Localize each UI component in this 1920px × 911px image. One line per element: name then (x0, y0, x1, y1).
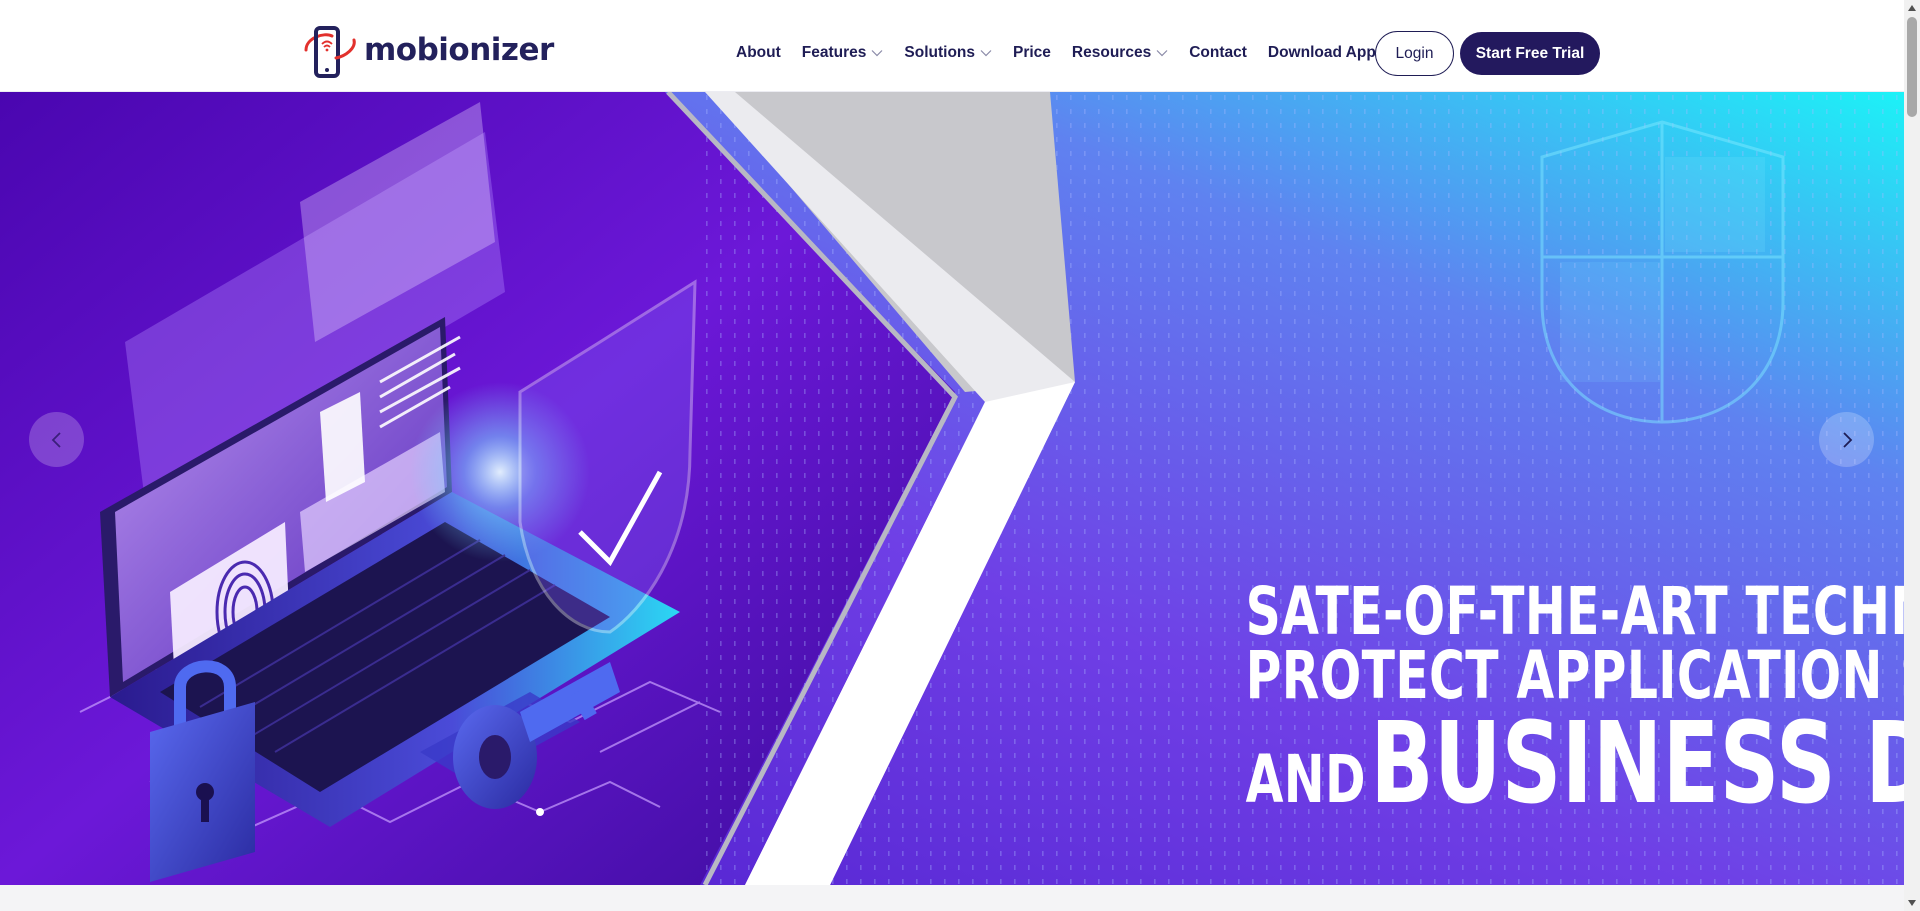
nav-item-price[interactable]: Price (1013, 44, 1051, 62)
hero-line-3-small: AND (1245, 741, 1366, 818)
chevron-down-icon (871, 50, 883, 57)
brand-name: mobionizer (364, 32, 554, 68)
phone-wifi-logo-icon (304, 26, 356, 78)
brand-logo[interactable]: mobionizer (302, 24, 554, 80)
login-button[interactable]: Login (1375, 31, 1454, 76)
page-scrollbar[interactable] (1904, 0, 1920, 911)
hero-line-3-big: BUSINESS DATA (1370, 699, 1904, 829)
next-section-strip (0, 885, 1904, 911)
chevron-down-icon (1156, 50, 1168, 57)
scroll-down-arrow[interactable] (1904, 895, 1920, 911)
nav-item-download-app[interactable]: Download App (1268, 44, 1376, 62)
nav-item-resources[interactable]: Resources (1072, 44, 1168, 62)
hero-headline: SATE-OF-THE-ART TECHNOLOGY TO PROTECT AP… (1245, 573, 1904, 821)
nav-item-contact[interactable]: Contact (1189, 44, 1247, 62)
nav-item-solutions[interactable]: Solutions (904, 44, 992, 62)
carousel-prev-button[interactable] (29, 412, 84, 467)
hero-line-3: AND BUSINESS DATA (1245, 708, 1904, 820)
chevron-left-icon (51, 431, 61, 448)
site-header: mobionizer About Features Solutions Pric… (0, 0, 1904, 92)
scrollbar-thumb[interactable] (1907, 17, 1917, 117)
start-free-trial-button[interactable]: Start Free Trial (1460, 32, 1600, 75)
hero-carousel: SATE-OF-THE-ART TECHNOLOGY TO PROTECT AP… (0, 92, 1904, 885)
caret-up-icon (1908, 5, 1916, 11)
hero-line-1: SATE-OF-THE-ART TECHNOLOGY TO (1245, 573, 1904, 650)
caret-down-icon (1908, 900, 1916, 906)
carousel-next-button[interactable] (1819, 412, 1874, 467)
nav-item-about[interactable]: About (736, 44, 781, 62)
nav-item-features[interactable]: Features (802, 44, 884, 62)
chevron-right-icon (1842, 431, 1852, 448)
chevron-down-icon (980, 50, 992, 57)
main-nav: About Features Solutions Price Resources… (736, 30, 1397, 76)
scroll-up-arrow[interactable] (1904, 0, 1920, 16)
